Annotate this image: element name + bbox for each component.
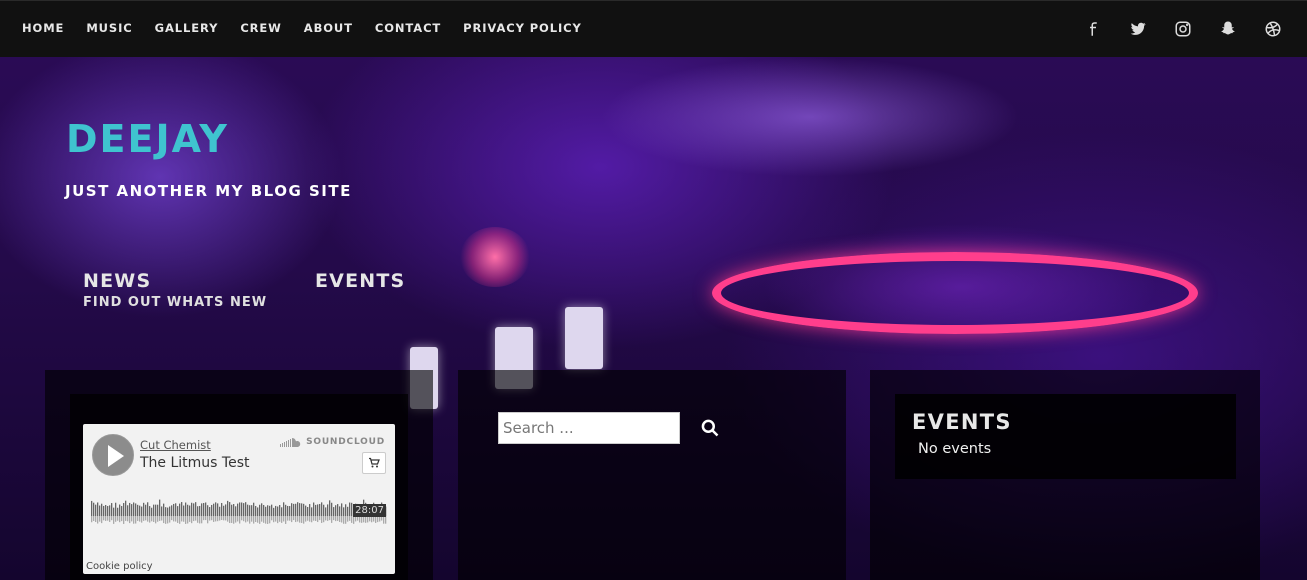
- nav-item-home[interactable]: HOME: [22, 21, 64, 35]
- buy-button[interactable]: [362, 452, 386, 474]
- cookie-policy-link[interactable]: Cookie policy: [86, 561, 153, 572]
- nav-item-gallery[interactable]: GALLERY: [155, 21, 219, 35]
- track-duration: 28:07: [353, 504, 386, 517]
- cart-icon: [369, 457, 380, 468]
- nav-item-contact[interactable]: CONTACT: [375, 21, 441, 35]
- nav-item-about[interactable]: ABOUT: [304, 21, 353, 35]
- artist-link[interactable]: Cut Chemist: [140, 438, 211, 452]
- soundcloud-player: Cut Chemist The Litmus Test SOUNDCLOUD 2…: [83, 424, 395, 574]
- soundcloud-brand-label: SOUNDCLOUD: [306, 436, 385, 447]
- top-navigation-bar: HOME MUSIC GALLERY CREW ABOUT CONTACT PR…: [0, 0, 1307, 57]
- events-widget-title: EVENTS: [912, 410, 1012, 434]
- hero-link-events-heading: EVENTS: [315, 270, 406, 292]
- search-icon: [701, 419, 719, 437]
- hero-link-events[interactable]: EVENTS: [315, 270, 405, 292]
- turntable-ring: [712, 252, 1198, 334]
- twitter-icon[interactable]: [1128, 18, 1148, 40]
- soundcloud-logo[interactable]: SOUNDCLOUD: [280, 436, 385, 447]
- snapchat-icon[interactable]: [1218, 18, 1238, 40]
- play-button[interactable]: [92, 434, 134, 476]
- hero-link-news-subtitle: FIND OUT WHATS NEW: [83, 295, 268, 310]
- track-title[interactable]: The Litmus Test: [140, 455, 250, 471]
- search-button[interactable]: [698, 416, 722, 440]
- instagram-icon[interactable]: [1173, 18, 1193, 40]
- dribbble-icon[interactable]: [1263, 18, 1283, 40]
- search-input[interactable]: [498, 412, 680, 444]
- widget-column-center: [458, 370, 846, 580]
- hero-link-news-heading: NEWS: [83, 270, 152, 292]
- nav-item-music[interactable]: MUSIC: [86, 21, 132, 35]
- waveform[interactable]: [91, 488, 387, 530]
- social-links: [1083, 18, 1283, 40]
- site-tagline: JUST ANOTHER MY BLOG SITE: [65, 182, 352, 200]
- nav-item-crew[interactable]: CREW: [240, 21, 281, 35]
- events-empty-message: No events: [918, 441, 992, 457]
- nav-item-privacy-policy[interactable]: PRIVACY POLICY: [463, 21, 582, 35]
- hero-link-news[interactable]: NEWS FIND OUT WHATS NEW: [83, 270, 267, 310]
- main-menu: HOME MUSIC GALLERY CREW ABOUT CONTACT PR…: [22, 21, 604, 35]
- events-widget: [895, 394, 1236, 479]
- soundcloud-icon: [280, 438, 301, 447]
- site-title[interactable]: DEEJAY: [66, 117, 229, 161]
- facebook-icon[interactable]: [1083, 18, 1103, 40]
